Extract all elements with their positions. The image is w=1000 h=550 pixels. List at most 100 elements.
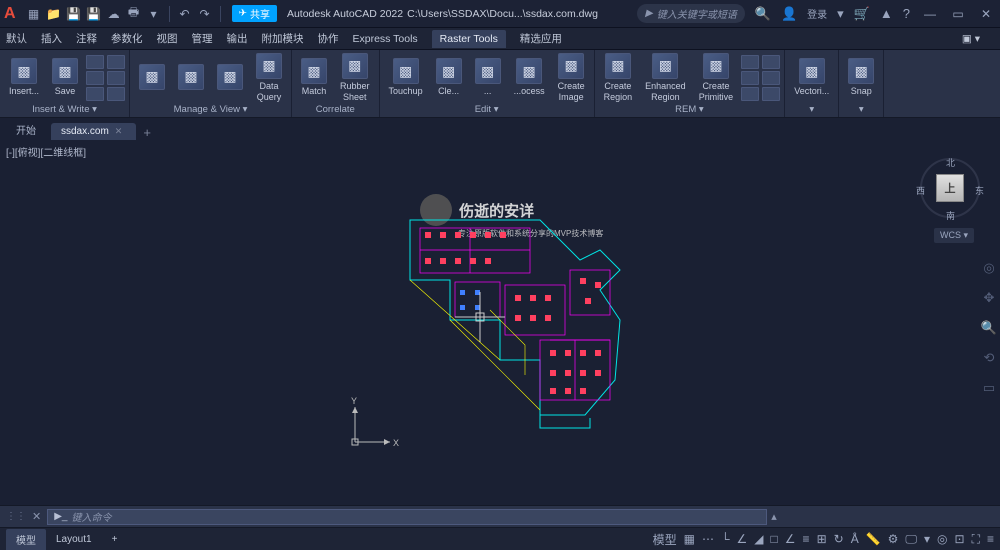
ortho-icon[interactable]: └ — [721, 532, 730, 546]
isodraft-icon[interactable]: ◢ — [754, 532, 763, 546]
user-icon[interactable]: 👤 — [781, 6, 797, 22]
ribbon-button[interactable]: ▩Vectori... — [789, 53, 834, 103]
grid-icon[interactable]: ▦ — [684, 532, 695, 546]
ribbon-small-button[interactable] — [741, 71, 759, 85]
ribbon-small-button[interactable] — [107, 55, 125, 69]
viewcube-east[interactable]: 东 — [975, 184, 984, 197]
nav-show-icon[interactable]: ▭ — [983, 380, 995, 396]
nav-zoom-icon[interactable]: 🔍 — [981, 320, 997, 336]
share-button[interactable]: ✈共享 — [232, 5, 277, 22]
ribbon-button[interactable]: ▩Rubber Sheet — [335, 53, 375, 103]
ribbon-button[interactable]: ▩... — [470, 53, 506, 103]
ribbon-small-button[interactable] — [762, 55, 780, 69]
viewport-label[interactable]: [-][俯视][二维线框] — [6, 144, 86, 159]
ribbon-button[interactable]: ▩Create Primitive — [694, 53, 739, 103]
panel-title[interactable]: Insert & Write ▾ — [4, 103, 125, 117]
qat-save-icon[interactable]: 💾 — [66, 6, 82, 22]
nav-wheel-icon[interactable]: ◎ — [983, 260, 994, 276]
ribbon-button[interactable]: ▩Create Image — [553, 53, 590, 103]
viewcube-north[interactable]: 北 — [946, 156, 955, 169]
nav-pan-icon[interactable]: ✥ — [984, 290, 995, 306]
search-icon[interactable]: 🔍 — [755, 6, 771, 22]
menu-tab-3[interactable]: 参数化 — [111, 31, 143, 46]
ribbon-small-button[interactable] — [741, 55, 759, 69]
ribbon-small-button[interactable] — [107, 87, 125, 101]
ribbon-small-button[interactable] — [762, 71, 780, 85]
polar-icon[interactable]: ∠ — [737, 532, 748, 546]
qat-new-icon[interactable]: ▦ — [26, 6, 42, 22]
nav-orbit-icon[interactable]: ⟲ — [984, 350, 995, 366]
ribbon-small-button[interactable] — [86, 87, 104, 101]
ribbon-small-button[interactable] — [107, 71, 125, 85]
qat-open-icon[interactable]: 📁 — [46, 6, 62, 22]
ribbon-button[interactable]: ▩ — [173, 53, 209, 103]
menu-tab-2[interactable]: 注释 — [76, 31, 97, 46]
panel-title[interactable]: Manage & View ▾ — [134, 103, 287, 117]
cmd-close-icon[interactable]: ✕ — [32, 510, 41, 523]
panel-title[interactable]: ▾ — [843, 103, 879, 117]
annotation-icon[interactable]: Å — [851, 532, 859, 546]
panel-title[interactable]: ▾ — [789, 103, 834, 117]
viewcube-face[interactable]: 上 — [936, 174, 964, 202]
menu-tab-6[interactable]: 输出 — [227, 31, 248, 46]
menu-tab-8[interactable]: 协作 — [318, 31, 339, 46]
ribbon-small-button[interactable] — [762, 87, 780, 101]
menu-tab-0[interactable]: 默认 — [6, 31, 27, 46]
cycling-icon[interactable]: ↻ — [834, 532, 844, 546]
layout-tab-model[interactable]: 模型 — [6, 529, 46, 550]
cleanscreen-icon[interactable]: ⛶ — [972, 532, 980, 547]
menu-tab-10[interactable]: Raster Tools — [432, 30, 506, 48]
qat-print-icon[interactable]: 🖶 — [126, 6, 142, 22]
ribbon-button[interactable]: ▩Insert... — [4, 53, 44, 103]
close-icon[interactable]: ✕ — [978, 6, 994, 22]
minimize-icon[interactable]: — — [922, 6, 938, 22]
status-model-label[interactable]: 模型 — [653, 531, 677, 548]
view-cube[interactable]: 上 北 东 南 西 — [920, 158, 980, 218]
viewcube-west[interactable]: 西 — [916, 184, 925, 197]
scale-icon[interactable]: 📏 — [866, 532, 881, 546]
ribbon-button[interactable]: ▩Create Region — [599, 53, 638, 103]
qat-more-icon[interactable]: ▾ — [146, 6, 162, 22]
panel-title[interactable]: Edit ▾ — [384, 103, 590, 117]
menu-tab-5[interactable]: 管理 — [192, 31, 213, 46]
menu-tab-1[interactable]: 插入 — [41, 31, 62, 46]
qat-cloud-icon[interactable]: ☁ — [106, 6, 122, 22]
cmd-expand-icon[interactable]: ▴ — [771, 510, 777, 523]
lineweight-icon[interactable]: ≡ — [803, 532, 810, 546]
viewcube-south[interactable]: 南 — [946, 209, 955, 222]
hardware-icon[interactable]: ⊡ — [955, 532, 965, 546]
qat-redo-icon[interactable]: ↷ — [197, 6, 213, 22]
panel-title[interactable]: REM ▾ — [599, 103, 781, 117]
ribbon-button[interactable]: ▩Save — [47, 53, 83, 103]
menu-tab-11[interactable]: 精选应用 — [520, 31, 562, 46]
monitor-icon[interactable]: 🖵 — [905, 532, 917, 547]
ribbon-button[interactable]: ▩Cle... — [431, 53, 467, 103]
ribbon-button[interactable]: ▩...ocess — [509, 53, 550, 103]
qat-undo-icon[interactable]: ↶ — [177, 6, 193, 22]
ucs-icon[interactable]: X Y — [340, 397, 400, 457]
cart-icon[interactable]: 🛒 — [854, 6, 870, 22]
layout-tab-add[interactable]: + — [102, 531, 128, 548]
wcs-label[interactable]: WCS ▾ — [934, 228, 974, 243]
drawing-canvas[interactable]: [-][俯视][二维线框] 伤逝的安详 专注原版软件和系统分享的MVP技术博客 … — [0, 140, 1000, 505]
dropdown-icon[interactable]: ▾ — [837, 6, 844, 22]
autodesk-icon[interactable]: ▲ — [880, 6, 893, 21]
ribbon-button[interactable]: ▩Match — [296, 53, 332, 103]
ribbon-button[interactable]: ▩ — [212, 53, 248, 103]
isolate-icon[interactable]: ◎ — [937, 532, 947, 546]
cmd-grip-icon[interactable]: ⋮⋮ — [6, 511, 26, 522]
restore-icon[interactable]: ▭ — [950, 6, 966, 22]
command-input[interactable]: ▶_ 键入命令 — [47, 509, 767, 525]
ribbon-small-button[interactable] — [741, 87, 759, 101]
customize-icon[interactable]: ≡ — [987, 532, 994, 546]
ribbon-button[interactable]: ▩Touchup — [384, 53, 428, 103]
doc-tab-1[interactable]: ssdax.com✕ — [51, 123, 136, 140]
ribbon-minimize-icon[interactable]: ▣ ▾ — [962, 33, 980, 45]
menu-tab-7[interactable]: 附加模块 — [262, 31, 304, 46]
layout-tab-layout1[interactable]: Layout1 — [46, 531, 102, 548]
add-tab-button[interactable]: + — [143, 125, 151, 140]
ribbon-small-button[interactable] — [86, 71, 104, 85]
osnap-icon[interactable]: □ — [771, 532, 778, 546]
panel-title[interactable]: Correlate — [296, 103, 375, 117]
doc-tab-0[interactable]: 开始 — [6, 119, 50, 140]
